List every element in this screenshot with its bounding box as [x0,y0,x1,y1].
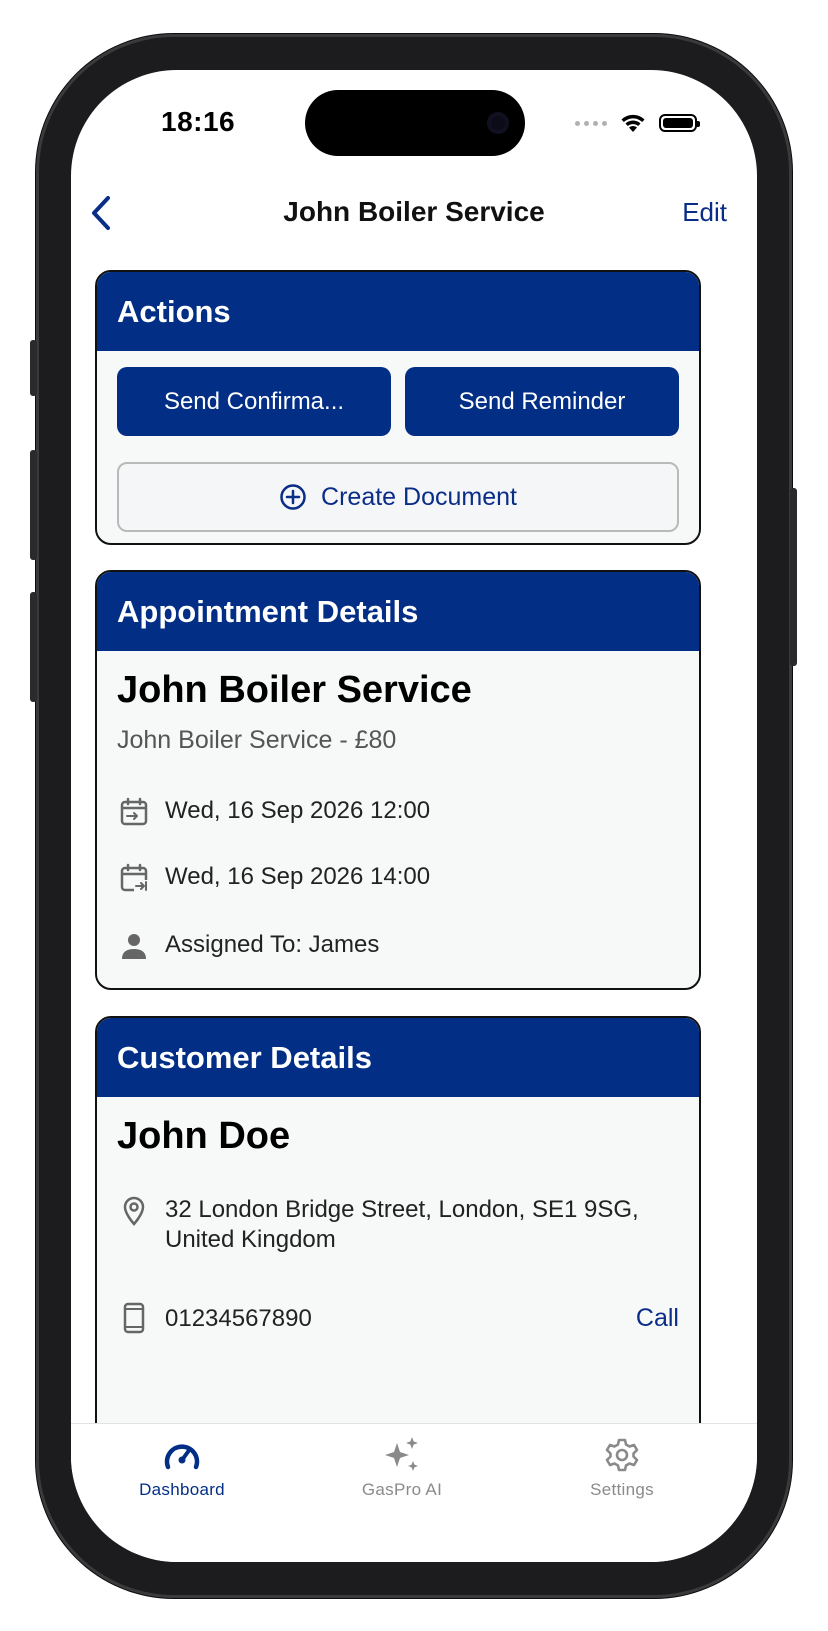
appointment-header: Appointment Details [97,572,699,651]
status-time: 18:16 [161,106,236,137]
tab-dashboard[interactable]: Dashboard [102,1434,262,1500]
wifi-icon [621,114,645,132]
appointment-start: Wed, 16 Sep 2026 12:00 [165,797,431,824]
appointment-subtitle: John Boiler Service - £80 [117,726,397,754]
sparkles-icon [385,1437,418,1471]
appointment-start-row: Wed, 16 Sep 2026 12:00 [97,795,699,829]
speedometer-icon [164,1444,200,1470]
camera-icon [487,112,509,134]
appointment-card: Appointment Details John Boiler Service … [95,570,701,990]
dynamic-island [305,90,525,156]
assigned-row: Assigned To: James [97,929,699,963]
side-button-volume-up [30,450,37,560]
status-icons [575,112,700,134]
cellular-signal-icon [575,120,607,126]
customer-address-row: 32 London Bridge Street, London, SE1 9SG… [97,1194,699,1255]
location-pin-icon [123,1196,145,1226]
status-bar: 18:16 [71,70,757,180]
customer-address: 32 London Bridge Street, London, SE1 9SG… [165,1196,639,1253]
tab-bar: Dashboard GasPro AI Settings [71,1423,757,1562]
create-document-label: Create Document [321,482,517,511]
customer-card: Customer Details John Doe 32 London Brid… [95,1016,701,1476]
actions-header: Actions [97,272,699,351]
side-button-volume-down [30,592,37,702]
appointment-title: John Boiler Service [117,669,472,711]
edit-button[interactable]: Edit [682,197,727,228]
tab-dashboard-label: Dashboard [139,1480,225,1499]
tab-gaspro-ai[interactable]: GasPro AI [322,1434,482,1500]
tab-settings[interactable]: Settings [542,1434,702,1500]
appointment-end: Wed, 16 Sep 2026 14:00 [165,863,431,890]
create-document-button[interactable]: Create Document [117,462,679,532]
send-confirmation-button[interactable]: Send Confirma... [117,367,391,436]
side-button-power [790,488,797,666]
navigation-bar: John Boiler Service Edit [71,180,757,250]
person-icon [122,934,146,959]
assigned-to: Assigned To: James [165,931,380,958]
tab-gaspro-ai-label: GasPro AI [361,1480,443,1499]
calendar-start-icon [120,797,148,826]
send-reminder-button[interactable]: Send Reminder [405,367,679,436]
appointment-end-row: Wed, 16 Sep 2026 14:00 [97,861,699,895]
plus-circle-icon [280,484,306,510]
battery-icon [659,114,700,132]
customer-name: John Doe [117,1115,291,1157]
calendar-end-icon [120,863,148,892]
screen: 18:16 John Boiler Service Edit Actions S… [71,70,757,1562]
mobile-phone-icon [123,1302,145,1334]
call-button[interactable]: Call [636,1304,679,1333]
page-title: John Boiler Service [283,196,545,227]
customer-phone: 01234567890 [165,1304,312,1332]
gear-icon [605,1438,639,1472]
tab-settings-label: Settings [590,1480,654,1499]
customer-header: Customer Details [97,1018,699,1097]
side-button-action [30,340,37,396]
actions-card: Actions Send Confirma... Send Reminder C… [95,270,701,545]
customer-phone-row: 01234567890 Call [97,1301,699,1335]
actions-button-row: Send Confirma... Send Reminder [97,351,699,436]
